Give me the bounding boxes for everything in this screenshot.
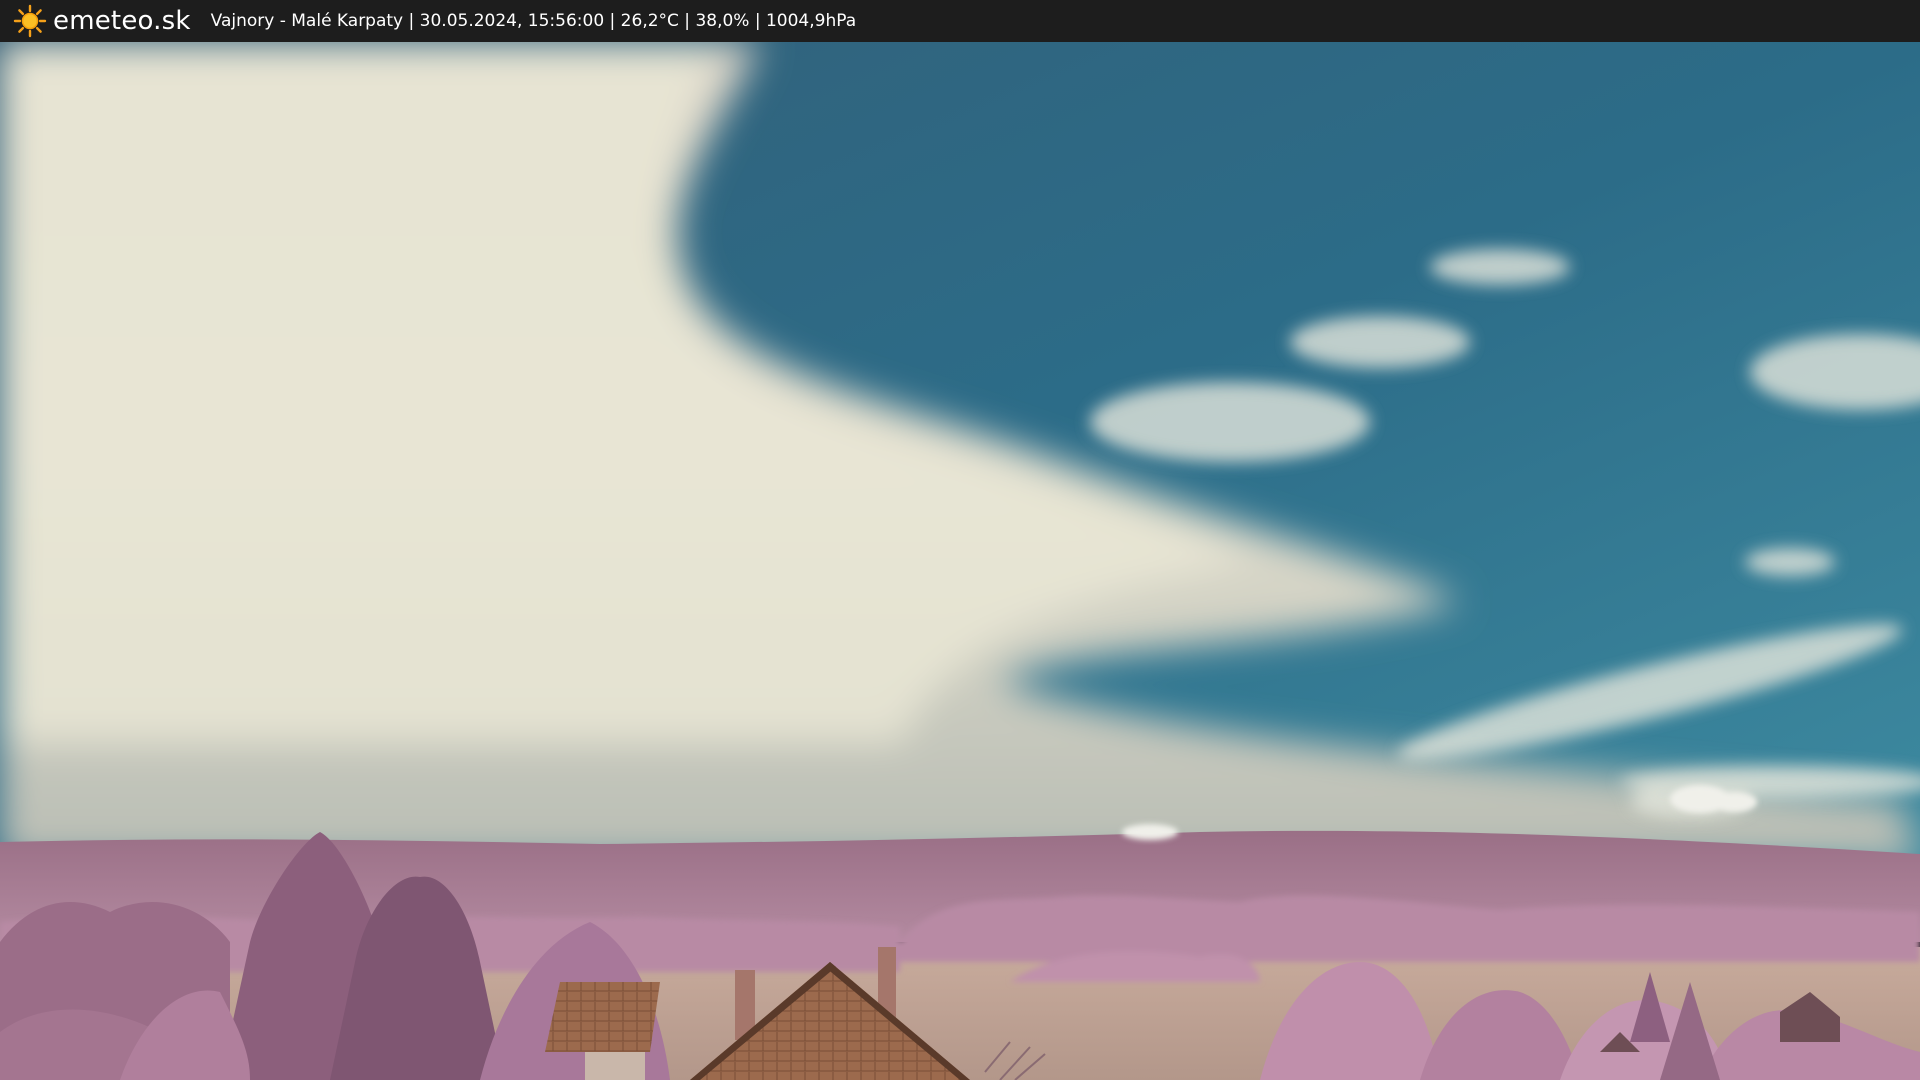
site-brand[interactable]: emeteo.sk	[53, 6, 191, 36]
sun-icon	[13, 4, 47, 38]
header-bar: emeteo.sk Vajnory - Malé Karpaty | 30.05…	[0, 0, 1920, 42]
webcam-image	[0, 42, 1920, 1080]
station-info: Vajnory - Malé Karpaty | 30.05.2024, 15:…	[210, 11, 857, 31]
webcam-frame: emeteo.sk Vajnory - Malé Karpaty | 30.05…	[0, 0, 1920, 1080]
